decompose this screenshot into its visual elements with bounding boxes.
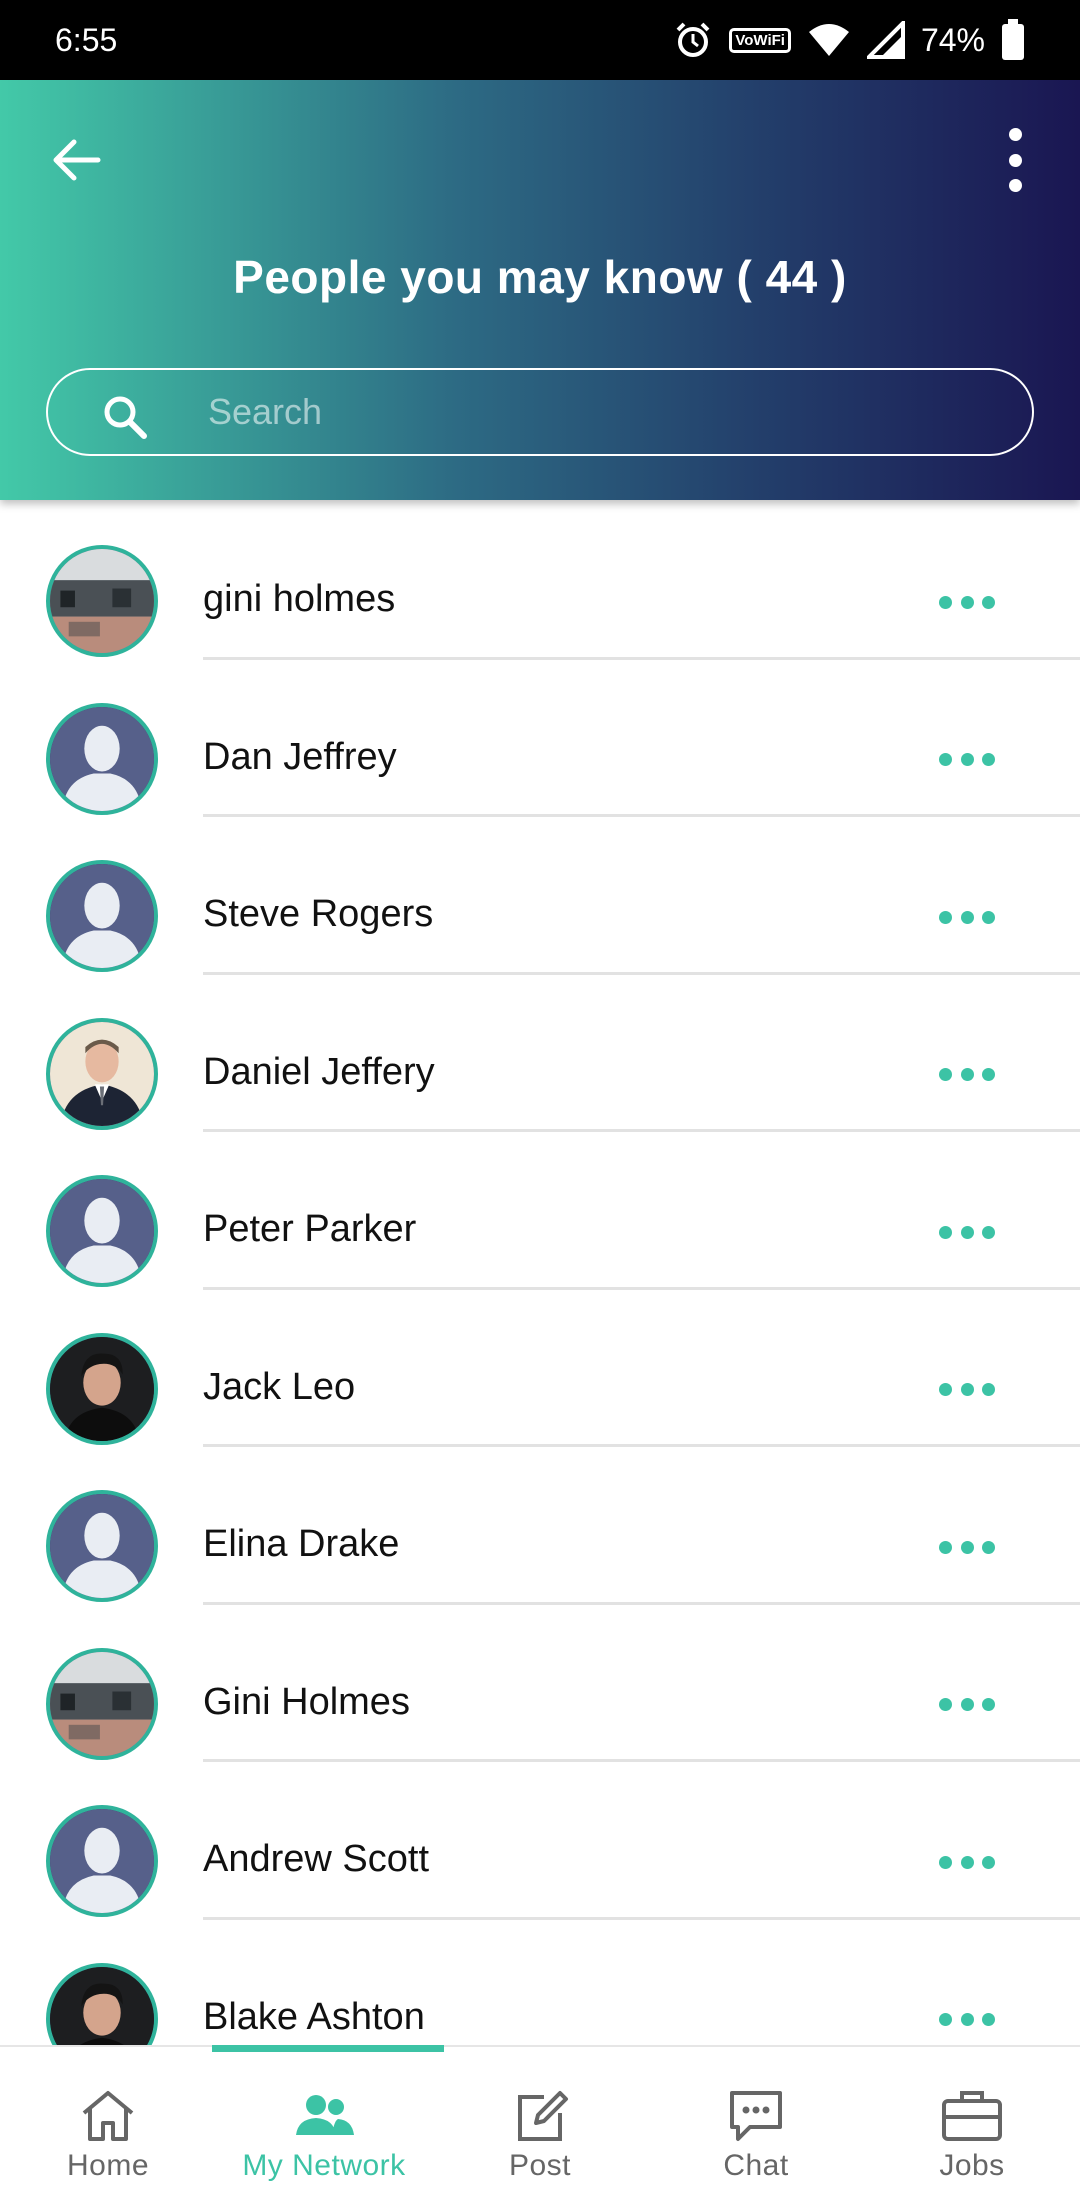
people-icon xyxy=(296,2095,354,2135)
avatar xyxy=(46,1962,158,2045)
person-name[interactable]: gini holmes xyxy=(203,578,395,621)
avatar xyxy=(46,545,158,657)
more-horizontal-icon[interactable] xyxy=(939,1698,995,1712)
nav-my-network[interactable]: My Network xyxy=(216,2047,432,2201)
more-dot xyxy=(1008,179,1022,192)
page-title: People you may know ( 44 ) xyxy=(233,251,847,303)
overflow-menu-button[interactable] xyxy=(1000,128,1030,192)
avatar xyxy=(46,1017,158,1130)
nav-my-network-label: My Network xyxy=(242,2149,406,2182)
arrow-left-icon xyxy=(53,139,101,181)
nav-home[interactable]: Home xyxy=(0,2047,216,2201)
edit-icon xyxy=(518,2091,568,2141)
more-horizontal-icon[interactable] xyxy=(939,910,995,924)
more-horizontal-icon[interactable] xyxy=(939,1383,995,1397)
wifi-icon xyxy=(807,22,851,58)
home-icon xyxy=(82,2091,134,2141)
list-item[interactable]: Gini Holmes xyxy=(0,1603,1080,1762)
nav-jobs-label: Jobs xyxy=(939,2149,1005,2182)
search-bar[interactable] xyxy=(46,368,1034,456)
people-list: gini holmes Dan Jeffrey Steve Rogers Dan… xyxy=(0,500,1080,2045)
nav-chat[interactable]: Chat xyxy=(648,2047,864,2201)
more-vertical-icon xyxy=(1008,128,1022,141)
person-name[interactable]: Andrew Scott xyxy=(203,1838,429,1881)
person-name[interactable]: Jack Leo xyxy=(203,1366,355,1409)
list-item[interactable]: Daniel Jeffery xyxy=(0,973,1080,1132)
list-item[interactable]: Elina Drake xyxy=(0,1445,1080,1605)
status-time: 6:55 xyxy=(55,21,118,58)
list-item[interactable]: Peter Parker xyxy=(0,1130,1080,1290)
briefcase-icon xyxy=(942,2091,1002,2141)
person-name[interactable]: Steve Rogers xyxy=(203,893,433,936)
avatar xyxy=(46,702,158,815)
battery-percent: 74% xyxy=(920,21,985,58)
more-horizontal-icon[interactable] xyxy=(939,1068,995,1082)
list-item[interactable]: Dan Jeffrey xyxy=(0,658,1080,817)
more-horizontal-icon[interactable] xyxy=(939,1540,995,1554)
avatar xyxy=(46,1490,158,1602)
status-bar: 6:55 Vo WiFi 74% xyxy=(0,0,1080,80)
list-item[interactable]: Blake Ashton xyxy=(0,1918,1080,2045)
battery-icon xyxy=(1001,19,1025,61)
person-name[interactable]: Elina Drake xyxy=(203,1523,399,1566)
more-horizontal-icon[interactable] xyxy=(939,753,995,767)
signal-icon xyxy=(866,21,905,59)
more-horizontal-icon[interactable] xyxy=(939,1855,995,1869)
nav-chat-label: Chat xyxy=(723,2149,789,2182)
person-name[interactable]: Peter Parker xyxy=(203,1208,416,1251)
alarm-icon xyxy=(673,20,713,60)
person-name[interactable]: Gini Holmes xyxy=(203,1681,410,1724)
more-dot xyxy=(1008,153,1022,167)
more-horizontal-icon[interactable] xyxy=(939,2013,995,2027)
list-item[interactable]: Andrew Scott xyxy=(0,1760,1080,1920)
header: People you may know ( 44 ) xyxy=(0,80,1080,500)
nav-jobs[interactable]: Jobs xyxy=(864,2047,1080,2201)
person-name[interactable]: Dan Jeffrey xyxy=(203,736,397,779)
nav-home-label: Home xyxy=(66,2149,150,2182)
list-item[interactable]: Steve Rogers xyxy=(0,815,1080,975)
back-button[interactable] xyxy=(48,130,108,190)
avatar xyxy=(46,1175,158,1287)
vowifi-icon: Vo WiFi xyxy=(729,27,791,53)
more-horizontal-icon[interactable] xyxy=(939,595,995,609)
nav-post[interactable]: Post xyxy=(432,2047,648,2201)
avatar xyxy=(46,1805,158,1917)
status-icons: Vo WiFi 74% xyxy=(673,19,1025,61)
bottom-nav: Home My Network Post Chat Jobs xyxy=(0,2045,1080,2201)
avatar xyxy=(46,860,158,972)
search-input[interactable] xyxy=(208,370,988,454)
chat-icon xyxy=(730,2091,782,2141)
person-name[interactable]: Blake Ashton xyxy=(203,1996,425,2039)
more-horizontal-icon[interactable] xyxy=(939,1225,995,1239)
avatar xyxy=(46,1332,158,1445)
person-name[interactable]: Daniel Jeffery xyxy=(203,1051,435,1094)
nav-post-label: Post xyxy=(508,2149,572,2182)
list-item[interactable]: gini holmes xyxy=(0,500,1080,660)
search-icon xyxy=(104,396,147,439)
list-item[interactable]: Jack Leo xyxy=(0,1288,1080,1447)
avatar xyxy=(46,1647,158,1760)
